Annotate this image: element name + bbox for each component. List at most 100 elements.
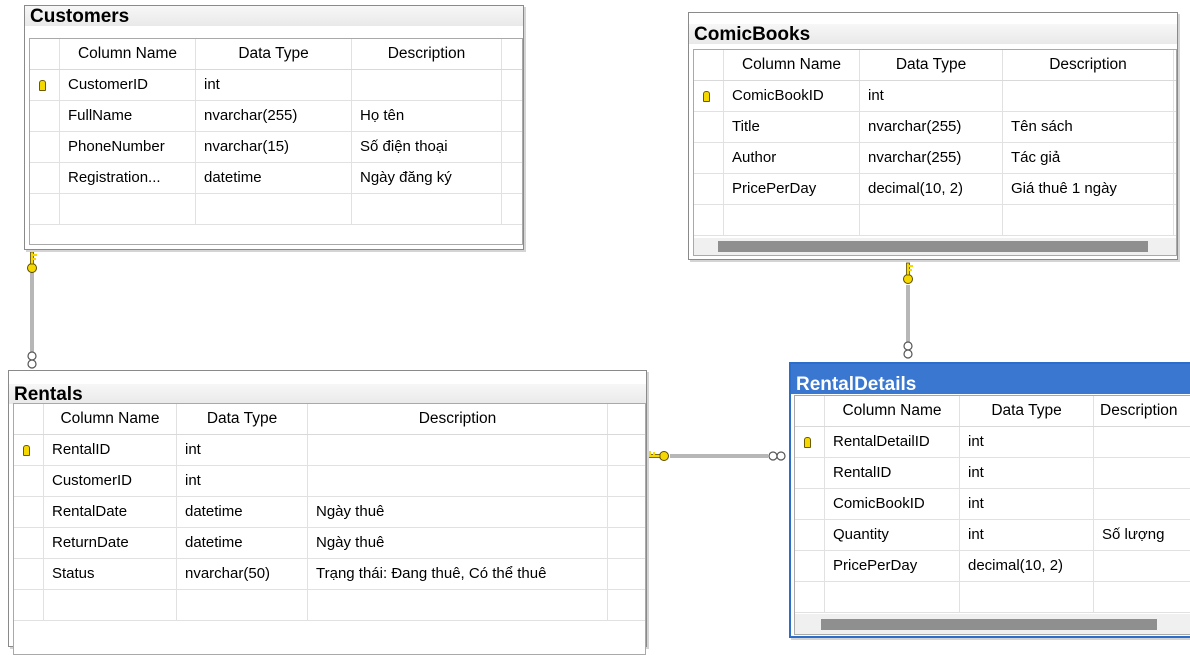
description[interactable]: Tên sách bbox=[1003, 112, 1174, 142]
column-name[interactable]: PhoneNumber bbox=[60, 132, 196, 162]
column-name[interactable]: RentalID bbox=[825, 458, 960, 488]
header-data-type[interactable]: Data Type bbox=[960, 396, 1094, 426]
column-name[interactable]: ReturnDate bbox=[44, 528, 177, 558]
data-type[interactable]: nvarchar(255) bbox=[196, 101, 352, 131]
header-data-type[interactable]: Data Type bbox=[196, 39, 352, 69]
table-row[interactable]: Author nvarchar(255) Tác giả bbox=[694, 143, 1176, 174]
column-name[interactable]: CustomerID bbox=[44, 466, 177, 496]
relationship-rentals-rentaldetails[interactable] bbox=[646, 451, 786, 461]
column-name[interactable]: Registration... bbox=[60, 163, 196, 193]
header-description[interactable]: Description bbox=[308, 404, 608, 434]
data-type[interactable]: nvarchar(50) bbox=[177, 559, 308, 589]
description[interactable]: Số điện thoại bbox=[352, 132, 502, 162]
column-name[interactable]: Author bbox=[724, 143, 860, 173]
header-description[interactable]: Description bbox=[1003, 50, 1174, 80]
horizontal-scrollbar[interactable] bbox=[694, 238, 1176, 255]
data-type[interactable]: decimal(10, 2) bbox=[860, 174, 1003, 204]
relationship-comicbooks-rentaldetails[interactable] bbox=[903, 262, 914, 359]
table-rentaldetails[interactable]: RentalDetails Column Name Data Type Desc… bbox=[789, 362, 1190, 638]
header-data-type[interactable]: Data Type bbox=[177, 404, 308, 434]
description[interactable] bbox=[1003, 81, 1174, 111]
data-type[interactable]: int bbox=[960, 427, 1094, 457]
table-customers[interactable]: Customers Column Name Data Type Descript… bbox=[24, 5, 524, 250]
table-row[interactable]: RentalID int bbox=[795, 458, 1190, 489]
empty-row[interactable] bbox=[14, 590, 645, 621]
column-name[interactable]: RentalDetailID bbox=[825, 427, 960, 457]
description[interactable]: Giá thuê 1 ngày bbox=[1003, 174, 1174, 204]
description[interactable] bbox=[1094, 551, 1190, 581]
header-column-name[interactable]: Column Name bbox=[724, 50, 860, 80]
column-name[interactable]: PricePerDay bbox=[724, 174, 860, 204]
table-row[interactable]: PricePerDay decimal(10, 2) bbox=[795, 551, 1190, 582]
data-type[interactable]: int bbox=[196, 70, 352, 100]
header-description[interactable]: Description bbox=[1094, 396, 1190, 426]
table-row[interactable]: ComicBookID int bbox=[795, 489, 1190, 520]
horizontal-scrollbar[interactable] bbox=[795, 614, 1190, 634]
column-name[interactable]: Title bbox=[724, 112, 860, 142]
table-comicbooks[interactable]: ComicBooks Column Name Data Type Descrip… bbox=[688, 12, 1178, 260]
data-type[interactable]: decimal(10, 2) bbox=[960, 551, 1094, 581]
table-row[interactable]: FullName nvarchar(255) Họ tên bbox=[30, 101, 522, 132]
column-name[interactable]: RentalID bbox=[44, 435, 177, 465]
column-name[interactable]: Quantity bbox=[825, 520, 960, 550]
scrollbar-thumb[interactable] bbox=[718, 241, 1148, 252]
data-type[interactable]: datetime bbox=[177, 528, 308, 558]
description[interactable] bbox=[1094, 458, 1190, 488]
description[interactable]: Trạng thái: Đang thuê, Có thể thuê bbox=[308, 559, 608, 589]
table-row[interactable]: PhoneNumber nvarchar(15) Số điện thoại bbox=[30, 132, 522, 163]
header-description[interactable]: Description bbox=[352, 39, 502, 69]
table-row[interactable]: Quantity int Số lượng bbox=[795, 520, 1190, 551]
table-row[interactable]: RentalID int bbox=[14, 435, 645, 466]
table-row[interactable]: CustomerID int bbox=[14, 466, 645, 497]
column-name[interactable]: PricePerDay bbox=[825, 551, 960, 581]
column-name[interactable]: RentalDate bbox=[44, 497, 177, 527]
description[interactable]: Họ tên bbox=[352, 101, 502, 131]
scrollbar-thumb[interactable] bbox=[821, 619, 1157, 630]
header-data-type[interactable]: Data Type bbox=[860, 50, 1003, 80]
column-header-row: Column Name Data Type Description bbox=[30, 39, 522, 70]
data-type[interactable]: datetime bbox=[177, 497, 308, 527]
table-row[interactable]: RentalDate datetime Ngày thuê bbox=[14, 497, 645, 528]
description[interactable] bbox=[308, 466, 608, 496]
data-type[interactable]: int bbox=[960, 458, 1094, 488]
data-type[interactable]: int bbox=[860, 81, 1003, 111]
column-name[interactable]: FullName bbox=[60, 101, 196, 131]
data-type[interactable]: nvarchar(255) bbox=[860, 143, 1003, 173]
data-type[interactable]: nvarchar(15) bbox=[196, 132, 352, 162]
empty-row[interactable] bbox=[694, 205, 1176, 236]
column-name[interactable]: Status bbox=[44, 559, 177, 589]
header-column-name[interactable]: Column Name bbox=[60, 39, 196, 69]
description[interactable]: Ngày thuê bbox=[308, 528, 608, 558]
table-row[interactable]: PricePerDay decimal(10, 2) Giá thuê 1 ng… bbox=[694, 174, 1176, 205]
data-type[interactable]: nvarchar(255) bbox=[860, 112, 1003, 142]
description[interactable]: Ngày thuê bbox=[308, 497, 608, 527]
description[interactable] bbox=[308, 435, 608, 465]
table-row[interactable]: Title nvarchar(255) Tên sách bbox=[694, 112, 1176, 143]
table-row[interactable]: RentalDetailID int bbox=[795, 427, 1190, 458]
column-name[interactable]: ComicBookID bbox=[825, 489, 960, 519]
empty-row[interactable] bbox=[30, 194, 522, 225]
table-row[interactable]: ComicBookID int bbox=[694, 81, 1176, 112]
empty-row[interactable] bbox=[795, 582, 1190, 613]
description[interactable]: Số lượng bbox=[1094, 520, 1190, 550]
table-rentals[interactable]: Rentals Column Name Data Type Descriptio… bbox=[8, 370, 647, 655]
description[interactable] bbox=[1094, 489, 1190, 519]
description[interactable] bbox=[352, 70, 502, 100]
data-type[interactable]: int bbox=[177, 466, 308, 496]
table-row[interactable]: Registration... datetime Ngày đăng ký bbox=[30, 163, 522, 194]
table-row[interactable]: Status nvarchar(50) Trạng thái: Đang thu… bbox=[14, 559, 645, 590]
description[interactable]: Tác giả bbox=[1003, 143, 1174, 173]
data-type[interactable]: int bbox=[960, 489, 1094, 519]
data-type[interactable]: int bbox=[960, 520, 1094, 550]
table-row[interactable]: ReturnDate datetime Ngày thuê bbox=[14, 528, 645, 559]
table-row[interactable]: CustomerID int bbox=[30, 70, 522, 101]
data-type[interactable]: int bbox=[177, 435, 308, 465]
description[interactable]: Ngày đăng ký bbox=[352, 163, 502, 193]
description[interactable] bbox=[1094, 427, 1190, 457]
header-column-name[interactable]: Column Name bbox=[44, 404, 177, 434]
relationship-customers-rentals[interactable] bbox=[27, 251, 38, 369]
data-type[interactable]: datetime bbox=[196, 163, 352, 193]
header-column-name[interactable]: Column Name bbox=[825, 396, 960, 426]
column-name[interactable]: ComicBookID bbox=[724, 81, 860, 111]
column-name[interactable]: CustomerID bbox=[60, 70, 196, 100]
